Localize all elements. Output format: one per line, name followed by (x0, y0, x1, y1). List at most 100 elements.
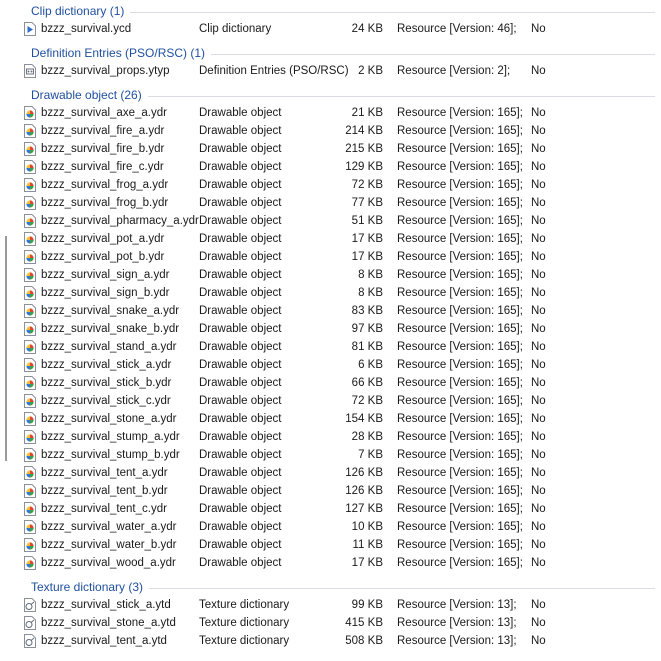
file-name: bzzz_survival_frog_a.ydr (41, 179, 169, 191)
file-row[interactable]: bzzz_survival_stone_a.ytd Texture diction… (0, 615, 661, 633)
file-row[interactable]: bzzz_survival_fire_c.ydr Drawable object 1… (0, 159, 661, 177)
group-header[interactable]: Definition Entries (PSO/RSC) (1) (0, 45, 661, 63)
file-name: bzzz_survival_stick_a.ydr (41, 359, 172, 371)
file-resource: Resource [Version: 46]; (397, 23, 517, 35)
file-name: bzzz_survival_sign_a.ydr (41, 269, 170, 281)
file-type: Drawable object (199, 395, 282, 407)
file-readonly: No (531, 269, 546, 281)
file-readonly: No (531, 395, 546, 407)
file-type: Texture dictionary (199, 635, 290, 647)
drawable-file-icon (24, 502, 36, 516)
group-label: Clip dictionary (1) (31, 4, 125, 18)
file-row[interactable]: bzzz_survival_stone_a.ydr Drawable object… (0, 411, 661, 429)
file-row[interactable]: bzzz_survival_stump_a.ydr Drawable object… (0, 429, 661, 447)
file-readonly: No (531, 485, 546, 497)
file-size: 6 KB (358, 359, 383, 371)
file-size: 21 KB (351, 107, 383, 119)
file-row[interactable]: bzzz_survival_pot_a.ydr Drawable object 17… (0, 231, 661, 249)
file-row[interactable]: bzzz_survival_water_b.ydr Drawable object… (0, 537, 661, 555)
file-name: bzzz_survival_pot_a.ydr (41, 233, 165, 245)
file-readonly: No (531, 179, 546, 191)
drawable-file-icon (24, 448, 36, 462)
file-row[interactable]: bzzz_survival_pharmacy_a.ydr Drawable obj… (0, 213, 661, 231)
file-readonly: No (531, 65, 546, 77)
file-name: bzzz_survival_wood_a.ydr (41, 557, 176, 569)
scrollbar[interactable] (5, 236, 7, 461)
group-divider (211, 54, 655, 55)
file-row[interactable]: bzzz_survival_snake_b.ydr Drawable object… (0, 321, 661, 339)
file-row[interactable]: bzzz_survival_sign_b.ydr Drawable object 8… (0, 285, 661, 303)
file-row[interactable]: bzzz_survival_frog_b.ydr Drawable object 7… (0, 195, 661, 213)
file-row[interactable]: bzzz_survival_tent_a.ytd Texture dictiona… (0, 633, 661, 651)
file-row[interactable]: bzzz_survival_tent_c.ydr Drawable object 1… (0, 501, 661, 519)
drawable-file-icon (24, 358, 36, 372)
file-row[interactable]: bzzz_survival_stand_a.ydr Drawable object… (0, 339, 661, 357)
drawable-file-icon (24, 466, 36, 480)
file-resource: Resource [Version: 165]; (397, 431, 523, 443)
group-divider (130, 12, 655, 13)
file-readonly: No (531, 359, 546, 371)
file-name: bzzz_survival_water_a.ydr (41, 521, 177, 533)
file-resource: Resource [Version: 165]; (397, 341, 523, 353)
file-resource: Resource [Version: 13]; (397, 617, 517, 629)
group-header[interactable]: Texture dictionary (3) (0, 579, 661, 597)
group-header[interactable]: Drawable object (26) (0, 87, 661, 105)
file-resource: Resource [Version: 165]; (397, 323, 523, 335)
file-name: bzzz_survival_axe_a.ydr (41, 107, 167, 119)
file-resource: Resource [Version: 2]; (397, 65, 511, 77)
file-resource: Resource [Version: 165]; (397, 125, 523, 137)
drawable-file-icon (24, 484, 36, 498)
file-row[interactable]: bzzz_survival_stump_b.ydr Drawable object… (0, 447, 661, 465)
file-row[interactable]: bzzz_survival_sign_a.ydr Drawable object 8… (0, 267, 661, 285)
file-type: Drawable object (199, 557, 282, 569)
file-readonly: No (531, 197, 546, 209)
file-row[interactable]: bzzz_survival_stick_b.ydr Drawable object… (0, 375, 661, 393)
file-type: Drawable object (199, 287, 282, 299)
file-name: bzzz_survival_tent_c.ydr (41, 503, 167, 515)
group-header[interactable]: Clip dictionary (1) (0, 3, 661, 21)
file-resource: Resource [Version: 13]; (397, 635, 517, 647)
file-size: 8 KB (358, 287, 383, 299)
file-row[interactable]: bzzz_survival_water_a.ydr Drawable object… (0, 519, 661, 537)
drawable-file-icon (24, 160, 36, 174)
file-resource: Resource [Version: 165]; (397, 179, 523, 191)
file-resource: Resource [Version: 165]; (397, 413, 523, 425)
file-size: 83 KB (351, 305, 383, 317)
file-row[interactable]: bzzz_survival_stick_a.ytd Texture diction… (0, 597, 661, 615)
file-readonly: No (531, 431, 546, 443)
file-row[interactable]: bzzz_survival_snake_a.ydr Drawable object… (0, 303, 661, 321)
file-row[interactable]: bzzz_survival_stick_a.ydr Drawable object… (0, 357, 661, 375)
file-row[interactable]: bzzz_survival_fire_a.ydr Drawable object 2… (0, 123, 661, 141)
file-name: bzzz_survival_fire_b.ydr (41, 143, 165, 155)
file-row[interactable]: bzzz_survival_wood_a.ydr Drawable object 1… (0, 555, 661, 573)
file-row[interactable]: bzzz_survival_tent_b.ydr Drawable object 1… (0, 483, 661, 501)
file-row[interactable]: bzzz_survival_pot_b.ydr Drawable object 17… (0, 249, 661, 267)
file-type: Drawable object (199, 323, 282, 335)
file-name: bzzz_survival_stick_b.ydr (41, 377, 172, 389)
file-row[interactable]: bzzz_survival_fire_b.ydr Drawable object 2… (0, 141, 661, 159)
file-row[interactable]: bzzz_survival_tent_a.ydr Drawable object 1… (0, 465, 661, 483)
file-row[interactable]: bzzz_survival_axe_a.ydr Drawable object 21… (0, 105, 661, 123)
file-name: bzzz_survival_stump_b.ydr (41, 449, 180, 461)
file-size: 17 KB (351, 233, 383, 245)
file-size: 126 KB (345, 467, 383, 479)
file-resource: Resource [Version: 165]; (397, 557, 523, 569)
file-row[interactable]: bzzz_survival_frog_a.ydr Drawable object 7… (0, 177, 661, 195)
file-row[interactable]: bzzz_survival_props.ytyp Definition Entri… (0, 63, 661, 81)
file-size: 97 KB (351, 323, 383, 335)
file-row[interactable]: bzzz_survival_stick_c.ydr Drawable object… (0, 393, 661, 411)
file-size: 66 KB (351, 377, 383, 389)
file-readonly: No (531, 599, 546, 611)
clip-file-icon (24, 22, 36, 36)
file-size: 127 KB (345, 503, 383, 515)
file-size: 154 KB (345, 413, 383, 425)
file-name: bzzz_survival_water_b.ydr (41, 539, 177, 551)
drawable-file-icon (24, 214, 36, 228)
file-size: 11 KB (352, 539, 383, 551)
file-type: Drawable object (199, 107, 282, 119)
file-row[interactable]: bzzz_survival.ycd Clip dictionary 24 KB Res… (0, 21, 661, 39)
file-readonly: No (531, 503, 546, 515)
file-resource: Resource [Version: 165]; (397, 395, 523, 407)
group-label: Drawable object (26) (31, 88, 142, 102)
file-name: bzzz_survival_stone_a.ydr (41, 413, 177, 425)
